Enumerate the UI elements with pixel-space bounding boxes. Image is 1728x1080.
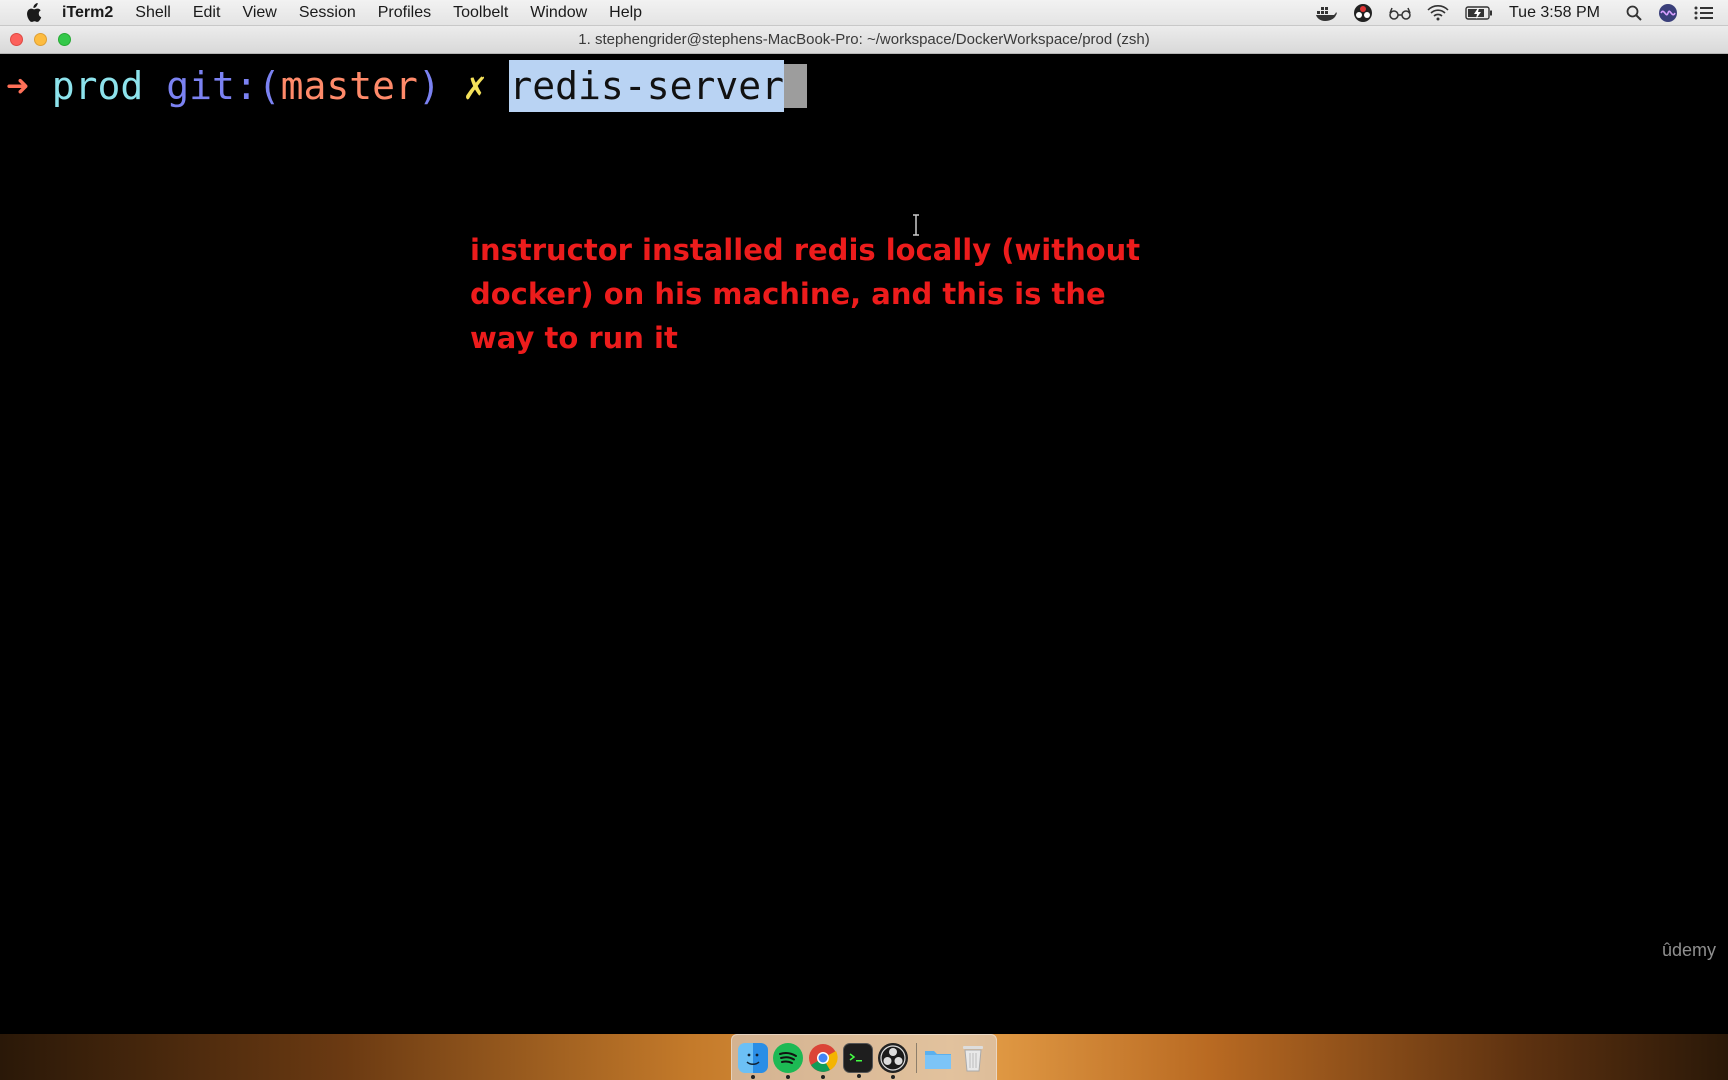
prompt-arrow: ➜	[6, 64, 29, 108]
prompt-git-close: )	[417, 64, 441, 108]
menu-session[interactable]: Session	[299, 4, 356, 22]
menu-bar: iTerm2 Shell Edit View Session Profiles …	[0, 0, 1728, 26]
dock	[731, 1034, 997, 1080]
obs-status-icon[interactable]	[1353, 3, 1373, 23]
glasses-icon[interactable]	[1389, 6, 1411, 20]
apple-icon[interactable]	[22, 2, 44, 24]
minimize-window-button[interactable]	[34, 33, 47, 46]
docker-icon[interactable]	[1315, 5, 1337, 21]
menu-edit[interactable]: Edit	[193, 4, 221, 22]
obs-icon[interactable]	[878, 1042, 908, 1079]
menu-help[interactable]: Help	[609, 4, 642, 22]
wifi-icon[interactable]	[1427, 5, 1449, 21]
running-indicator	[786, 1074, 790, 1079]
window-titlebar[interactable]: 1. stephengrider@stephens-MacBook-Pro: ~…	[0, 26, 1728, 54]
annotation-note: instructor installed redis locally (with…	[470, 233, 1141, 355]
spotlight-search-icon[interactable]	[1626, 5, 1642, 21]
prompt-git-label: git:(	[166, 64, 281, 108]
terminal-icon[interactable]	[843, 1042, 873, 1078]
battery-icon[interactable]	[1465, 6, 1493, 20]
menu-window[interactable]: Window	[530, 4, 587, 22]
finder-icon[interactable]	[738, 1042, 768, 1079]
menu-profiles[interactable]: Profiles	[378, 4, 431, 22]
prompt-branch: master	[280, 64, 418, 108]
status-area: Tue 3:58 PM	[1315, 0, 1728, 26]
trash-icon[interactable]	[958, 1043, 988, 1073]
folder-icon[interactable]	[923, 1043, 953, 1073]
window-title: 1. stephengrider@stephens-MacBook-Pro: ~…	[578, 31, 1150, 48]
siri-icon[interactable]	[1658, 3, 1678, 23]
running-indicator	[751, 1074, 755, 1079]
running-indicator	[891, 1074, 895, 1079]
window-controls	[10, 33, 82, 46]
menu-shell[interactable]: Shell	[135, 4, 171, 22]
spotify-icon[interactable]	[773, 1042, 803, 1079]
chrome-icon[interactable]	[808, 1043, 838, 1079]
dock-separator	[916, 1042, 917, 1073]
menu-view[interactable]: View	[242, 4, 276, 22]
terminal-pane[interactable]: ➜ prod git:(master) ✗ redis-server instr…	[0, 54, 1728, 1034]
prompt-dirty-marker: ✗	[463, 64, 487, 108]
menu-clock[interactable]: Tue 3:58 PM	[1509, 4, 1600, 22]
running-indicator	[821, 1074, 825, 1079]
menu-app-name[interactable]: iTerm2	[62, 4, 113, 22]
running-indicator	[857, 1073, 861, 1078]
terminal-cursor	[783, 64, 807, 108]
zoom-window-button[interactable]	[58, 33, 71, 46]
typed-command[interactable]: redis-server	[509, 60, 784, 112]
prompt-directory: prod	[51, 64, 144, 108]
notification-center-icon[interactable]	[1694, 5, 1714, 21]
udemy-watermark: ûdemy	[1661, 940, 1716, 960]
shell-prompt-line: ➜ prod git:(master) ✗ redis-server	[6, 60, 807, 112]
close-window-button[interactable]	[10, 33, 23, 46]
menu-toolbelt[interactable]: Toolbelt	[453, 4, 508, 22]
